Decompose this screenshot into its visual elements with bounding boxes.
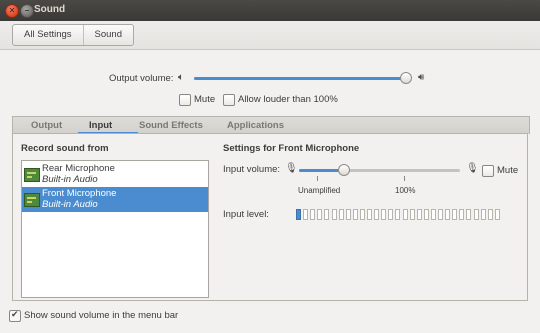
level-bar <box>388 209 394 220</box>
level-bar <box>452 209 458 220</box>
tab-bar: Output Input Sound Effects Applications <box>12 116 530 134</box>
device-name: Rear Microphone <box>42 163 115 174</box>
level-bar <box>303 209 309 220</box>
mute-input-checkbox[interactable] <box>482 165 494 177</box>
sound-card-icon <box>24 168 40 182</box>
allow-louder-label: Allow louder than 100% <box>238 94 338 105</box>
minimize-icon: – <box>24 6 30 15</box>
level-bar <box>359 209 365 220</box>
level-bar <box>367 209 372 220</box>
level-bar <box>338 209 344 220</box>
device-rear-microphone[interactable]: Rear Microphone Built-in Audio <box>22 162 208 187</box>
device-subtitle: Built-in Audio <box>42 174 98 185</box>
mic-high-icon: 🎙︎ <box>466 163 479 174</box>
level-bar <box>317 209 323 220</box>
sound-notebook: Output Input Sound Effects Applications … <box>12 116 530 301</box>
level-bar <box>345 209 351 220</box>
window-title: Sound <box>34 4 66 15</box>
sound-card-icon <box>24 193 40 207</box>
breadcrumb: All Settings Sound <box>12 24 135 46</box>
speaker-low-icon: 🔈︎ <box>178 72 184 83</box>
mute-output-checkbox[interactable] <box>179 94 191 106</box>
show-in-menu-bar-label: Show sound volume in the menu bar <box>24 310 179 321</box>
hundred-percent-tick <box>404 176 405 181</box>
input-panel: Record sound from Rear Microphone Built-… <box>12 133 528 301</box>
level-bar <box>445 209 451 220</box>
level-bar <box>416 209 422 220</box>
record-from-heading: Record sound from <box>21 143 109 154</box>
mic-low-icon: 🎙︎ <box>285 163 298 174</box>
toolbar: All Settings Sound <box>0 21 540 50</box>
level-bar <box>310 209 316 220</box>
input-level-label: Input level: <box>223 209 269 220</box>
input-volume-slider[interactable] <box>299 169 460 172</box>
level-bar <box>473 209 479 220</box>
allow-louder-checkbox[interactable] <box>223 94 235 106</box>
unamplified-mark-label: Unamplified <box>298 186 341 195</box>
level-bar <box>466 209 472 220</box>
output-volume-fill <box>194 77 406 80</box>
mute-input-label: Mute <box>497 165 519 176</box>
level-bar <box>402 209 408 220</box>
level-bar <box>374 209 380 220</box>
level-bar <box>459 209 465 220</box>
tab-input[interactable]: Input <box>89 120 112 131</box>
input-volume-label: Input volume: <box>223 164 281 175</box>
device-name: Front Microphone <box>42 188 117 199</box>
level-bar <box>395 209 401 220</box>
output-volume-handle[interactable] <box>399 72 412 84</box>
level-bar <box>296 209 301 220</box>
settings-heading: Settings for Front Microphone <box>223 143 360 154</box>
hundred-percent-mark-label: 100% <box>395 186 416 195</box>
tab-output[interactable]: Output <box>31 120 62 131</box>
level-bar <box>438 209 443 220</box>
tab-applications[interactable]: Applications <box>227 120 284 131</box>
level-bar <box>352 209 358 220</box>
title-bar: ✕ – Sound <box>0 0 540 21</box>
level-bar <box>494 209 500 220</box>
mute-output-label: Mute <box>194 94 216 105</box>
level-bar <box>487 209 493 220</box>
close-window-button[interactable]: ✕ <box>5 4 19 18</box>
sound-breadcrumb-button[interactable]: Sound <box>82 25 133 45</box>
level-bar <box>381 209 387 220</box>
output-volume-slider[interactable] <box>194 77 410 80</box>
level-bar <box>324 209 330 220</box>
level-bar <box>423 209 429 220</box>
all-settings-button[interactable]: All Settings <box>13 25 83 45</box>
level-bar <box>331 209 337 220</box>
minimize-window-button[interactable]: – <box>20 4 34 18</box>
close-icon: ✕ <box>8 6 16 15</box>
level-bar <box>409 209 415 220</box>
level-bar <box>480 209 486 220</box>
output-volume-label: Output volume: <box>109 73 174 84</box>
device-subtitle: Built-in Audio <box>42 199 98 210</box>
speaker-high-icon: 🔊︎ <box>418 72 425 83</box>
input-volume-handle[interactable] <box>338 164 351 176</box>
device-front-microphone[interactable]: Front Microphone Built-in Audio <box>22 187 208 212</box>
unamplified-tick <box>317 176 318 181</box>
input-device-list[interactable]: Rear Microphone Built-in Audio Front Mic… <box>21 160 209 298</box>
show-in-menu-bar-checkbox[interactable] <box>9 309 21 322</box>
tab-sound-effects[interactable]: Sound Effects <box>139 120 203 131</box>
level-bar <box>430 209 436 220</box>
